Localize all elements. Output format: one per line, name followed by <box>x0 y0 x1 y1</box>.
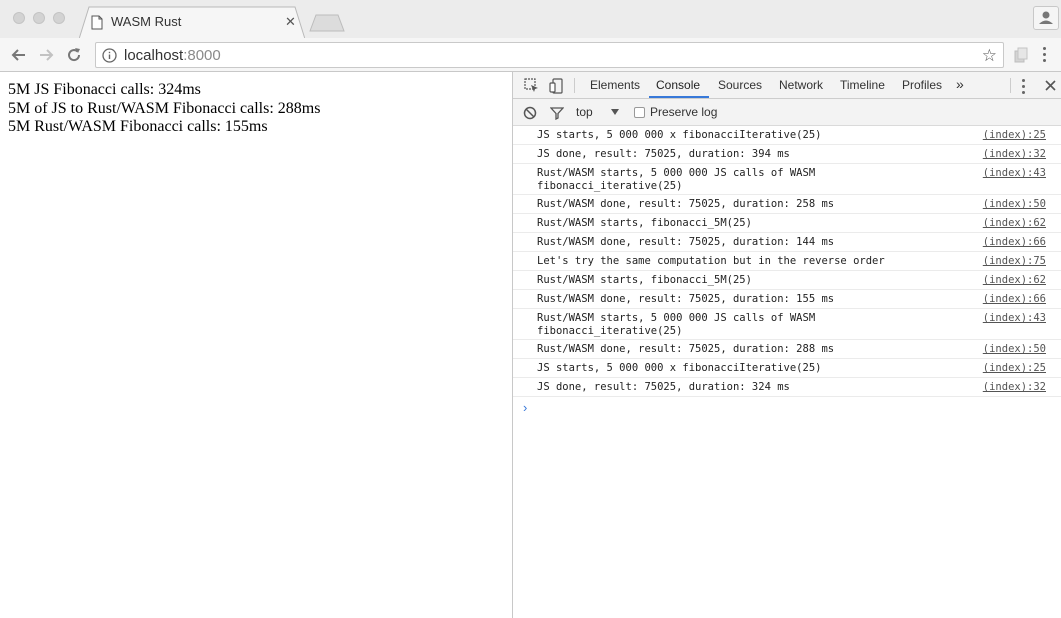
devtools-menu-icon[interactable] <box>1022 79 1026 97</box>
close-tab-icon[interactable]: ✕ <box>285 14 296 30</box>
forward-arrow-icon[interactable] <box>37 46 55 64</box>
console-message: Let's try the same computation but in th… <box>513 252 1061 271</box>
source-link[interactable]: (index):43 <box>983 167 1046 180</box>
tab-separator <box>1010 78 1011 93</box>
source-link[interactable]: (index):50 <box>983 343 1046 356</box>
url-host: localhost <box>124 47 184 64</box>
tab-sources[interactable]: Sources <box>718 78 762 92</box>
new-tab-button[interactable] <box>309 14 345 32</box>
message-text: Let's try the same computation but in th… <box>537 255 885 267</box>
console-toolbar: top Preserve log <box>513 99 1061 126</box>
source-link[interactable]: (index):25 <box>983 362 1046 375</box>
tab-console[interactable]: Console <box>656 78 700 92</box>
console-message: Rust/WASM starts, fibonacci_5M(25) (inde… <box>513 214 1061 233</box>
devtools-panel: Elements Console Sources Network Timelin… <box>512 72 1061 618</box>
console-message: JS starts, 5 000 000 x fibonacciIterativ… <box>513 359 1061 378</box>
console-message: Rust/WASM starts, 5 000 000 JS calls of … <box>513 309 1061 340</box>
preserve-log-checkbox[interactable] <box>634 107 645 118</box>
console-prompt[interactable]: › <box>523 400 527 415</box>
source-link[interactable]: (index):25 <box>983 129 1046 142</box>
browser-toolbar: localhost:8000 ☆ <box>0 38 1061 72</box>
inspect-element-icon[interactable] <box>524 78 539 93</box>
tab-title: WASM Rust <box>111 14 182 29</box>
source-link[interactable]: (index):66 <box>983 236 1046 249</box>
message-text: Rust/WASM starts, 5 000 000 JS calls of … <box>537 312 816 337</box>
extension-icon[interactable] <box>1012 46 1030 64</box>
address-bar[interactable]: localhost:8000 ☆ <box>95 42 1004 68</box>
clear-console-icon[interactable] <box>523 106 537 120</box>
preserve-log-label[interactable]: Preserve log <box>650 105 717 119</box>
bookmark-star-icon[interactable]: ☆ <box>982 46 997 66</box>
wasm-result-line: 5M Rust/WASM Fibonacci calls: 155ms <box>8 118 268 135</box>
js-to-wasm-result-line: 5M of JS to Rust/WASM Fibonacci calls: 2… <box>8 100 321 117</box>
message-text: Rust/WASM done, result: 75025, duration:… <box>537 293 835 305</box>
tab-timeline[interactable]: Timeline <box>840 78 885 92</box>
js-result-line: 5M JS Fibonacci calls: 324ms <box>8 81 201 98</box>
context-selector[interactable]: top <box>576 105 593 119</box>
info-icon[interactable] <box>102 48 117 63</box>
console-message: Rust/WASM starts, fibonacci_5M(25) (inde… <box>513 271 1061 290</box>
message-text: JS starts, 5 000 000 x fibonacciIterativ… <box>537 129 822 141</box>
message-text: Rust/WASM starts, fibonacci_5M(25) <box>537 274 752 286</box>
document-icon <box>91 15 103 30</box>
close-devtools-icon[interactable] <box>1045 80 1056 91</box>
source-link[interactable]: (index):43 <box>983 312 1046 325</box>
filter-icon[interactable] <box>550 106 564 120</box>
tab-separator <box>574 78 575 93</box>
console-message: JS done, result: 75025, duration: 324 ms… <box>513 378 1061 397</box>
context-dropdown-arrow-icon[interactable] <box>611 109 619 115</box>
console-message: Rust/WASM done, result: 75025, duration:… <box>513 340 1061 359</box>
url-port: :8000 <box>183 47 221 64</box>
tab-profiles[interactable]: Profiles <box>902 78 942 92</box>
tab-elements[interactable]: Elements <box>590 78 640 92</box>
active-tab-indicator <box>649 96 709 98</box>
tab-network[interactable]: Network <box>779 78 823 92</box>
tab-strip: WASM Rust ✕ <box>0 0 1061 39</box>
devtools-tab-bar: Elements Console Sources Network Timelin… <box>513 72 1061 99</box>
message-text: Rust/WASM done, result: 75025, duration:… <box>537 198 835 210</box>
source-link[interactable]: (index):32 <box>983 381 1046 394</box>
message-text: JS done, result: 75025, duration: 394 ms <box>537 148 790 160</box>
message-text: Rust/WASM starts, 5 000 000 JS calls of … <box>537 167 816 192</box>
source-link[interactable]: (index):62 <box>983 217 1046 230</box>
source-link[interactable]: (index):75 <box>983 255 1046 268</box>
message-text: JS starts, 5 000 000 x fibonacciIterativ… <box>537 362 822 374</box>
source-link[interactable]: (index):50 <box>983 198 1046 211</box>
reload-icon[interactable] <box>65 46 83 64</box>
console-message: JS done, result: 75025, duration: 394 ms… <box>513 145 1061 164</box>
page-content: 5M JS Fibonacci calls: 324ms 5M of JS to… <box>0 72 512 618</box>
person-icon <box>1039 11 1053 24</box>
minimize-window-button[interactable] <box>33 12 45 24</box>
console-message: Rust/WASM done, result: 75025, duration:… <box>513 195 1061 214</box>
console-message: Rust/WASM done, result: 75025, duration:… <box>513 290 1061 309</box>
profile-button[interactable] <box>1033 6 1059 30</box>
message-text: Rust/WASM starts, fibonacci_5M(25) <box>537 217 752 229</box>
message-text: Rust/WASM done, result: 75025, duration:… <box>537 236 835 248</box>
source-link[interactable]: (index):62 <box>983 274 1046 287</box>
more-tabs-icon[interactable]: » <box>956 76 964 92</box>
zoom-window-button[interactable] <box>53 12 65 24</box>
console-message: Rust/WASM done, result: 75025, duration:… <box>513 233 1061 252</box>
url-text: localhost:8000 <box>124 47 221 64</box>
console-message: Rust/WASM starts, 5 000 000 JS calls of … <box>513 164 1061 195</box>
message-text: JS done, result: 75025, duration: 324 ms <box>537 381 790 393</box>
browser-menu-icon[interactable] <box>1043 47 1047 65</box>
console-message: JS starts, 5 000 000 x fibonacciIterativ… <box>513 126 1061 145</box>
close-window-button[interactable] <box>13 12 25 24</box>
device-toolbar-icon[interactable] <box>549 78 564 94</box>
back-arrow-icon[interactable] <box>10 46 28 64</box>
source-link[interactable]: (index):32 <box>983 148 1046 161</box>
browser-tab-active[interactable]: WASM Rust ✕ <box>79 6 305 39</box>
message-text: Rust/WASM done, result: 75025, duration:… <box>537 343 835 355</box>
source-link[interactable]: (index):66 <box>983 293 1046 306</box>
